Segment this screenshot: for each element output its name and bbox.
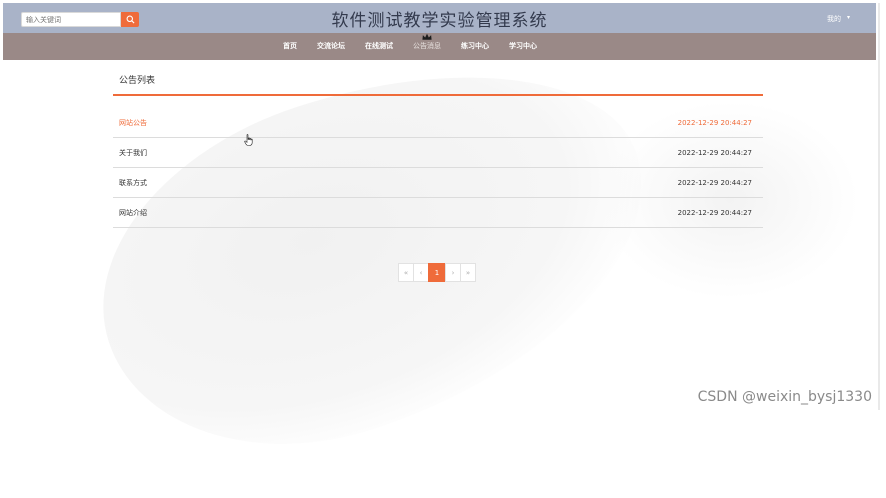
nav-item-learning-center[interactable]: 学习中心 [499,33,547,60]
page-current-button[interactable]: 1 [428,263,446,282]
chevron-down-icon: ▾ [846,14,850,21]
panel-divider [113,94,763,96]
list-item[interactable]: 关于我们 2022-12-29 20:44:27 [113,138,763,168]
list-item-time: 2022-12-29 20:44:27 [677,208,752,217]
nav-item-online-test[interactable]: 在线测试 [355,33,403,60]
user-menu[interactable]: 我的 ▾ [827,14,850,24]
site-title: 软件测试教学实验管理系统 [331,11,548,31]
user-menu-label: 我的 [826,15,841,23]
page-last-button[interactable]: » [460,263,476,282]
nav-item-forum[interactable]: 交流论坛 [307,33,355,60]
list-item-title[interactable]: 联系方式 [119,178,147,188]
list-item-title[interactable]: 网站介绍 [119,208,147,218]
page-prev-button[interactable]: ‹ [413,263,429,282]
nav-item-announcements[interactable]: 公告消息 [403,33,451,60]
list-item-time: 2022-12-29 20:44:27 [677,178,752,187]
announcement-list: 网站公告 2022-12-29 20:44:27 关于我们 2022-12-29… [113,108,763,228]
announcement-panel: 公告列表 网站公告 2022-12-29 20:44:27 关于我们 2022-… [113,68,763,228]
list-item[interactable]: 网站介绍 2022-12-29 20:44:27 [113,198,763,228]
nav-item-practice-center[interactable]: 练习中心 [451,33,499,60]
list-item-time: 2022-12-29 20:44:27 [677,118,752,127]
scrollbar-track[interactable] [878,3,880,410]
page-next-button[interactable]: › [445,263,461,282]
panel-title: 公告列表 [119,76,156,86]
top-header: 软件测试教学实验管理系统 我的 ▾ [3,3,876,33]
list-item[interactable]: 网站公告 2022-12-29 20:44:27 [113,108,763,138]
nav-item-announcements-label: 公告消息 [413,42,441,50]
list-item[interactable]: 联系方式 2022-12-29 20:44:27 [113,168,763,198]
crown-icon [422,33,433,41]
pagination: « ‹ 1 › » [398,263,476,282]
page-first-button[interactable]: « [398,263,414,282]
nav-list: 首页 交流论坛 在线测试 公告消息 练习中心 学习中心 [273,33,547,60]
hand-cursor-icon [244,131,253,150]
nav-item-home[interactable]: 首页 [273,33,307,60]
list-item-title[interactable]: 网站公告 [119,118,147,128]
list-item-time: 2022-12-29 20:44:27 [677,148,752,157]
watermark: CSDN @weixin_bysj1330 [697,389,872,405]
list-item-title[interactable]: 关于我们 [119,148,147,158]
main-nav: 首页 交流论坛 在线测试 公告消息 练习中心 学习中心 [3,33,876,60]
